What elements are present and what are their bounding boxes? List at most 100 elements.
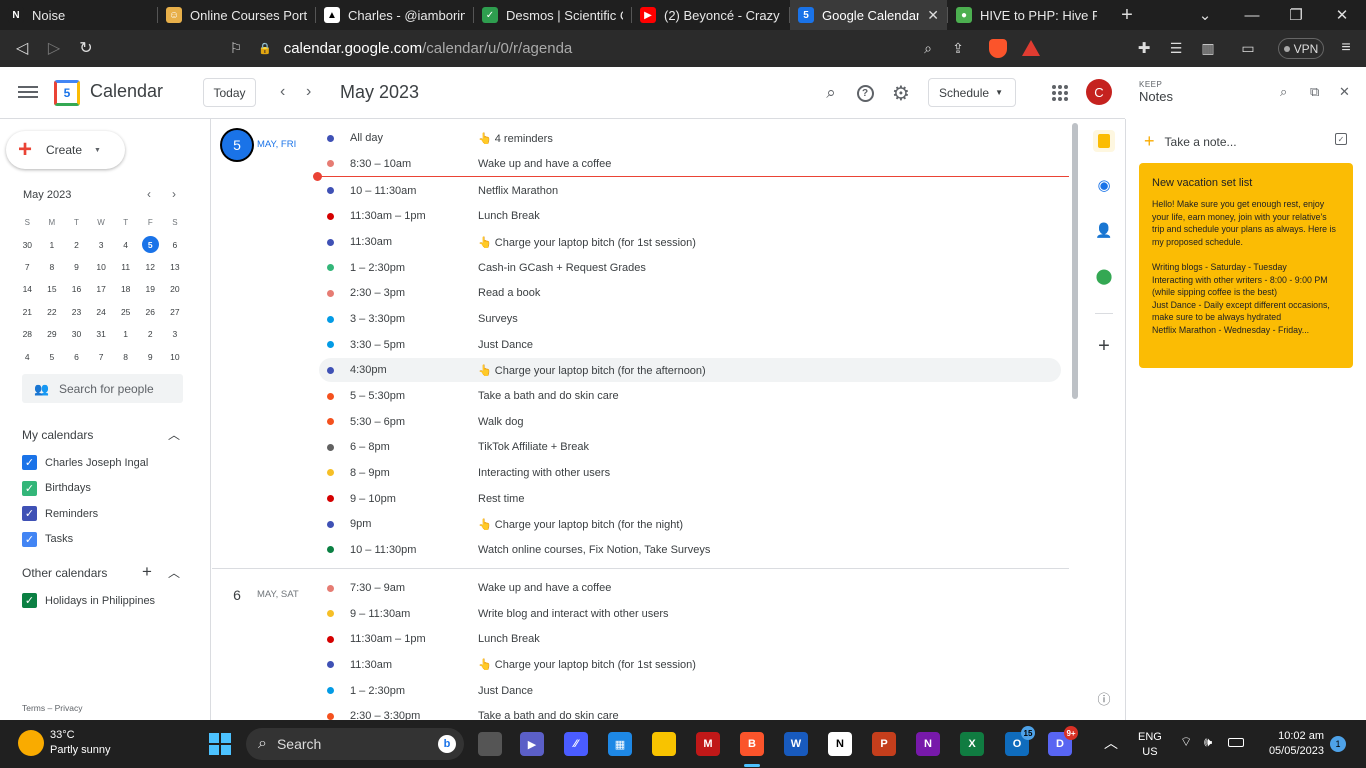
schedule-event[interactable]: 8:30 – 10am Wake up and have a coffee (319, 152, 1061, 176)
mini-calendar-day[interactable]: 25 (113, 301, 138, 323)
mini-calendar-day[interactable]: 3 (89, 233, 114, 255)
schedule-event[interactable]: 3 – 3:30pm Surveys (319, 307, 1061, 331)
calendar-list-item[interactable]: ✓ Reminders (22, 506, 98, 522)
new-tab-icon[interactable]: + (1111, 0, 1143, 31)
volume-icon[interactable]: 🕪 (1204, 734, 1212, 750)
mini-calendar-day[interactable]: 15 (40, 278, 65, 300)
close-icon[interactable]: ✕ (1339, 84, 1350, 100)
mini-calendar-day[interactable]: 24 (89, 301, 114, 323)
schedule-event[interactable]: 10 – 11:30am Netflix Marathon (319, 179, 1061, 203)
weather-widget[interactable]: 33°C Partly sunny (18, 728, 111, 758)
zoom-meetings-icon[interactable]: ▶ (520, 732, 544, 756)
create-button[interactable]: + Create ▼ (6, 131, 125, 169)
microsoft-store-icon[interactable]: ▦ (608, 732, 632, 756)
mini-calendar-day[interactable]: 17 (89, 278, 114, 300)
notion-icon[interactable]: N (828, 732, 852, 756)
mini-calendar-day[interactable]: 18 (113, 278, 138, 300)
mini-calendar-day[interactable]: 14 (15, 278, 40, 300)
checkbox-checked-icon[interactable]: ✓ (22, 480, 37, 496)
keep-icon[interactable] (1093, 130, 1115, 152)
browser-tab[interactable]: ▲ Charles - @iamboring (316, 0, 473, 30)
app-icon[interactable]: ⁄⁄ (564, 732, 588, 756)
schedule-event[interactable]: 3:30 – 5pm Just Dance (319, 333, 1061, 357)
zoom-icon[interactable]: ⌕ (912, 32, 944, 64)
mini-calendar-day[interactable]: 6 (64, 345, 89, 367)
schedule-event[interactable]: 9 – 11:30am Write blog and interact with … (319, 602, 1061, 626)
reload-icon[interactable]: ↻ (70, 32, 102, 64)
mini-calendar-day[interactable]: 23 (64, 301, 89, 323)
schedule-event[interactable]: 1 – 2:30pm Just Dance (319, 679, 1061, 703)
onenote-icon[interactable]: N (916, 732, 940, 756)
my-calendars-heading[interactable]: My calendars (22, 428, 93, 442)
mini-calendar-day[interactable]: 7 (15, 256, 40, 278)
mini-calendar-day[interactable]: 5 (138, 233, 163, 255)
schedule-event[interactable]: 10 – 11:30pm Watch online courses, Fix No… (319, 538, 1061, 562)
schedule-event[interactable]: 11:30am 👆 Charge your laptop bitch (for 1… (319, 653, 1061, 677)
tab-search-icon[interactable]: ⌄ (1183, 0, 1227, 30)
account-avatar[interactable]: C (1086, 79, 1112, 105)
schedule-event[interactable]: 9pm 👆 Charge your laptop bitch (for the n… (319, 512, 1061, 536)
browser-tab[interactable]: N Noise (0, 0, 157, 30)
calendar-list-item[interactable]: ✓ Holidays in Philippines (22, 593, 155, 608)
mini-calendar-day[interactable]: 10 (163, 345, 188, 367)
mini-calendar-day[interactable]: 22 (40, 301, 65, 323)
discord-icon[interactable]: D 9+ (1048, 726, 1078, 756)
maps-icon[interactable]: ⬤ (1093, 265, 1115, 287)
mini-calendar-day[interactable]: 30 (64, 323, 89, 345)
get-addons-icon[interactable]: + (1093, 335, 1115, 357)
show-hidden-icons[interactable]: ︿ (1104, 733, 1118, 753)
chevron-up-icon[interactable]: ︿ (168, 564, 180, 581)
checkbox-note-icon[interactable]: ✓ (1335, 133, 1347, 145)
share-icon[interactable]: ⇪ (942, 32, 974, 64)
schedule-event[interactable]: 9 – 10pm Rest time (319, 487, 1061, 511)
schedule-event[interactable]: 4:30pm 👆 Charge your laptop bitch (for th… (319, 358, 1061, 383)
system-clock[interactable]: 10:02 am 05/05/2023 (1258, 729, 1324, 759)
add-calendar-icon[interactable]: + (142, 562, 152, 582)
browser-menu-icon[interactable]: ≡ (1330, 32, 1362, 64)
mini-calendar-day[interactable]: 3 (163, 323, 188, 345)
view-selector[interactable]: Schedule ▼ (928, 78, 1016, 107)
mini-calendar-day[interactable]: 4 (113, 233, 138, 255)
today-button[interactable]: Today (203, 78, 256, 107)
schedule-event[interactable]: All day 👆 4 reminders (319, 126, 1061, 150)
mini-calendar-next-icon[interactable]: › (172, 187, 176, 201)
help-icon[interactable]: ? (854, 82, 876, 104)
schedule-event[interactable]: 5 – 5:30pm Take a bath and do skin care (319, 384, 1061, 408)
browser-tab[interactable]: ✓ Desmos | Scientific Cal (474, 0, 631, 30)
search-people-input[interactable]: 👥 Search for people (22, 374, 183, 403)
tasks-icon[interactable]: ◉ (1093, 174, 1115, 196)
mini-calendar-day[interactable]: 2 (138, 323, 163, 345)
mini-calendar-day[interactable]: 27 (163, 301, 188, 323)
browser-tab[interactable]: ● HIVE to PHP: Hive Pric (948, 0, 1105, 30)
chevron-up-icon[interactable]: ︿ (168, 426, 180, 443)
calendar-list-item[interactable]: ✓ Charles Joseph Ingal (22, 455, 148, 470)
day-number[interactable]: 5 (222, 130, 252, 160)
take-note-input[interactable]: + Take a note... (1144, 131, 1237, 152)
language-indicator[interactable]: ENG US (1138, 730, 1162, 760)
mini-calendar-day[interactable]: 5 (40, 345, 65, 367)
mini-calendar-day[interactable]: 21 (15, 301, 40, 323)
mini-calendar-day[interactable]: 10 (89, 256, 114, 278)
schedule-event[interactable]: 11:30am – 1pm Lunch Break (319, 204, 1061, 228)
mini-calendar-day[interactable]: 28 (15, 323, 40, 345)
next-period-icon[interactable]: › (306, 83, 311, 101)
google-apps-icon[interactable] (1052, 85, 1068, 101)
brave-rewards-icon[interactable] (1022, 40, 1040, 56)
schedule-event[interactable]: 2:30 – 3:30pm Take a bath and do skin car… (319, 704, 1061, 720)
mini-calendar-day[interactable]: 1 (113, 323, 138, 345)
other-calendars-heading[interactable]: Other calendars (22, 566, 107, 580)
schedule-event[interactable]: 6 – 8pm TikTok Affiliate + Break (319, 435, 1061, 459)
mini-calendar-day[interactable]: 19 (138, 278, 163, 300)
schedule-event[interactable]: 5:30 – 6pm Walk dog (319, 410, 1061, 434)
mini-calendar-day[interactable]: 6 (163, 233, 188, 255)
mini-calendar-day[interactable]: 9 (64, 256, 89, 278)
schedule-scrollbar[interactable] (1072, 123, 1078, 399)
terms-privacy-link[interactable]: Terms – Privacy (22, 703, 82, 713)
settings-gear-icon[interactable]: ⚙ (890, 82, 912, 105)
notification-count[interactable]: 1 (1330, 736, 1346, 752)
search-icon[interactable]: ⌕ (1280, 84, 1287, 100)
forward-icon[interactable]: ▷ (38, 32, 70, 64)
excel-icon[interactable]: X (960, 732, 984, 756)
calendar-list-item[interactable]: ✓ Birthdays (22, 480, 91, 496)
schedule-event[interactable]: 7:30 – 9am Wake up and have a coffee (319, 576, 1061, 600)
